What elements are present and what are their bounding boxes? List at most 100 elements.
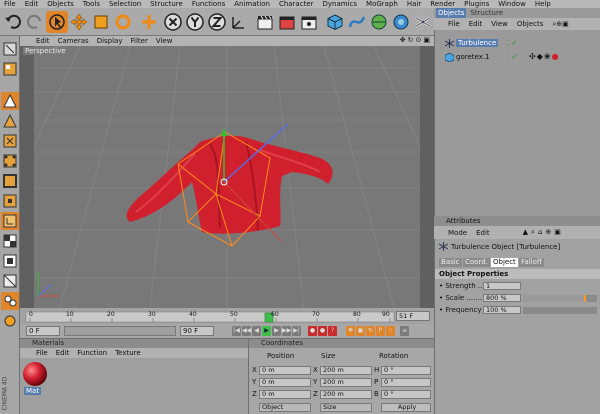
z-axis-lock-button[interactable] [206,11,228,33]
redo-button[interactable] [24,11,46,33]
go-to-end-button[interactable]: ▶| [292,326,301,336]
points-mode-button[interactable] [1,152,19,170]
objects-menu-file[interactable]: File [448,20,460,28]
undo-button[interactable] [2,11,24,33]
record-parameter-button[interactable]: P [376,326,385,336]
recent-tool-button[interactable] [138,11,160,33]
attributes-nav-icons[interactable]: ▲⌕⌂⊕▣ [523,228,564,237]
size-mode-select[interactable]: Size [320,403,372,412]
menu-hair[interactable]: Hair [407,0,421,8]
pos-z-field[interactable]: 0 m [259,390,311,399]
tab-structure[interactable]: Structure [468,8,505,18]
y-axis-lock-button[interactable] [184,11,206,33]
perspective-viewport[interactable]: Perspective [20,46,434,308]
rot-h-field[interactable]: 0 ° [381,366,431,375]
end-frame-field[interactable]: 90 F [180,326,214,336]
pos-y-field[interactable]: 0 m [259,378,311,387]
use-axis-button[interactable] [1,212,19,230]
material-tag-icon[interactable]: ● [552,52,560,61]
menu-functions[interactable]: Functions [192,0,225,8]
tab-object[interactable]: Object [491,258,518,267]
viewport-menu-cameras[interactable]: Cameras [58,37,89,45]
menu-render[interactable]: Render [430,0,455,8]
viewport-menu-view[interactable]: View [156,37,173,45]
scale-tool-button[interactable] [90,11,112,33]
coordinate-mode-select[interactable]: Object [259,403,311,412]
autokey-button[interactable]: ● [318,326,327,336]
render-view-button[interactable] [254,11,276,33]
keyframe-selection-button[interactable]: ? [328,326,337,336]
menu-help[interactable]: Help [535,0,551,8]
array-object-button[interactable] [390,11,412,33]
tab-basic[interactable]: Basic [439,258,462,267]
texture-mode-button[interactable] [1,60,19,78]
menu-window[interactable]: Window [498,0,526,8]
record-scale-button[interactable]: ▣ [356,326,365,336]
render-picture-viewer-button[interactable] [276,11,298,33]
next-frame-button[interactable]: ▶ [272,326,281,336]
pos-x-field[interactable]: 0 m [259,366,311,375]
start-frame-field[interactable]: 0 F [26,326,60,336]
size-x-field[interactable]: 200 m [320,366,372,375]
objects-menu-edit[interactable]: Edit [469,20,483,28]
rot-b-field[interactable]: 0 ° [381,390,431,399]
record-rotation-button[interactable]: ↻ [366,326,375,336]
make-editable-button[interactable] [1,40,19,58]
attributes-menu-mode[interactable]: Mode [448,229,467,237]
workplane-button[interactable] [1,252,19,270]
spline-object-button[interactable] [346,11,368,33]
material-swatch[interactable]: Mat [22,361,48,395]
move-tool-button[interactable] [68,11,90,33]
size-z-field[interactable]: 200 m [320,390,372,399]
scale-slider[interactable] [523,295,597,302]
preview-range-slider[interactable] [64,326,176,336]
play-button[interactable]: ▶ [262,326,271,336]
menu-file[interactable]: File [4,0,16,8]
record-position-button[interactable]: ✥ [346,326,355,336]
soft-selection-button[interactable] [1,312,19,330]
object-tags[interactable]: ✣◆❀● [529,52,560,61]
live-selection-button[interactable] [46,11,68,33]
visibility-dots[interactable]: ⁚ ✓ [507,39,517,47]
nurbs-object-button[interactable] [368,11,390,33]
render-settings-button[interactable] [298,11,320,33]
rot-p-field[interactable]: 0 ° [381,378,431,387]
frequency-field[interactable]: 100 % [483,306,521,314]
viewport-navigation-icons[interactable]: ✥↻⊙▣ [400,36,432,44]
menu-objects[interactable]: Objects [47,0,73,8]
timeline-options-button[interactable]: ≡ [400,326,409,336]
apply-button[interactable]: Apply [381,403,431,412]
object-name-goretex[interactable]: goretex.1 [456,53,490,61]
attributes-menu-edit[interactable]: Edit [476,229,490,237]
animation-mode-button[interactable] [1,132,19,150]
timeline-ruler[interactable]: 0 10 20 30 40 50 60 70 80 90 51 F [20,308,434,324]
strength-field[interactable]: 1 [483,282,521,290]
cube-object-button[interactable] [324,11,346,33]
previous-key-button[interactable]: ◀◀ [242,326,251,336]
frequency-slider[interactable] [523,307,597,314]
edges-mode-button[interactable] [1,172,19,190]
materials-menu-texture[interactable]: Texture [115,349,141,357]
previous-frame-button[interactable]: ◀ [252,326,261,336]
size-y-field[interactable]: 200 m [320,378,372,387]
objects-menu-view[interactable]: View [491,20,508,28]
rotate-tool-button[interactable] [112,11,134,33]
planar-button[interactable] [1,272,19,290]
viewport-menu-filter[interactable]: Filter [131,37,148,45]
tab-objects[interactable]: Objects [436,8,467,18]
materials-menu-file[interactable]: File [36,349,48,357]
objects-search-icon[interactable]: ⌕⊕▣ [552,20,568,29]
model-mode-button[interactable] [1,92,19,110]
tab-coord[interactable]: Coord. [463,258,490,267]
x-axis-lock-button[interactable] [162,11,184,33]
coordinate-system-button[interactable] [228,11,250,33]
object-row-goretex[interactable]: goretex.1 ⁚ ✓ ✣◆❀● [435,52,600,63]
menu-animation[interactable]: Animation [234,0,270,8]
next-key-button[interactable]: ▶▶ [282,326,291,336]
snap-button[interactable] [1,232,19,250]
record-point-level-button[interactable]: ⁙ [386,326,395,336]
tweak-button[interactable] [1,292,19,310]
menu-edit[interactable]: Edit [25,0,39,8]
tab-falloff[interactable]: Falloff [519,258,544,267]
viewport-menu-edit[interactable]: Edit [36,37,50,45]
